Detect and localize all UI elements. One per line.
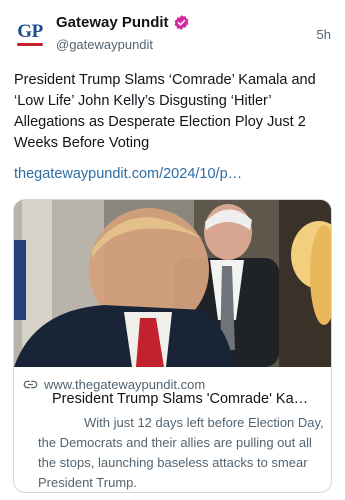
post-text: President Trump Slams ‘Comrade’ Kamala a… xyxy=(14,72,316,151)
avatar-swoosh xyxy=(17,43,43,46)
author-handle[interactable]: @gatewaypundit xyxy=(56,37,153,52)
link-preview-card[interactable]: www.thegatewaypundit.com President Trump… xyxy=(13,199,332,493)
author-name-row[interactable]: Gateway Pundit xyxy=(56,14,190,31)
card-photo-illustration xyxy=(14,200,331,367)
verified-badge-icon xyxy=(174,15,188,30)
avatar-logo-text: GP xyxy=(17,21,43,42)
card-image[interactable] xyxy=(14,200,331,367)
avatar[interactable]: GP xyxy=(12,16,48,52)
card-domain: www.thegatewaypundit.com xyxy=(44,377,206,392)
post[interactable]: GP Gateway Pundit @gatewaypundit 5h Pres… xyxy=(0,0,345,500)
card-description-text: With just 12 days left before Election D… xyxy=(38,415,324,490)
display-name[interactable]: Gateway Pundit xyxy=(56,14,169,31)
post-link[interactable]: thegatewaypundit.com/2024/10/p… xyxy=(14,166,242,182)
link-icon xyxy=(23,380,38,389)
card-domain-row: www.thegatewaypundit.com xyxy=(23,377,205,392)
card-title[interactable]: President Trump Slams 'Comrade' Ka… xyxy=(52,391,320,407)
card-description: With just 12 days left before Election D… xyxy=(38,413,328,492)
post-timestamp[interactable]: 5h xyxy=(317,27,331,42)
